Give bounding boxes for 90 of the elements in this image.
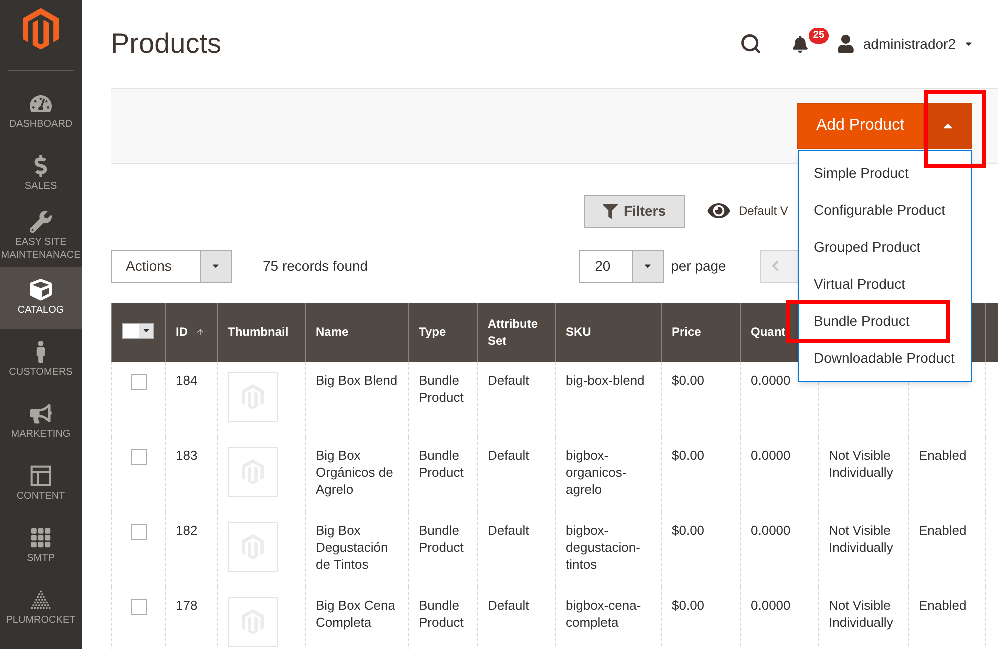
name-cell: Big Box Blend (316, 373, 398, 388)
id-cell: 184 (176, 373, 198, 388)
menu-item[interactable]: Configurable Product (799, 192, 971, 229)
filter-icon (602, 204, 618, 218)
layout-icon (30, 465, 52, 487)
records-count: 75 records found (263, 256, 368, 276)
column-header[interactable]: Attribute Set (488, 316, 551, 350)
attribute-set-cell: Default (488, 448, 530, 463)
price-cell: $0.00 (672, 523, 705, 538)
page-title: Products (111, 27, 222, 61)
sidebar-item[interactable]: CATALOG (0, 267, 82, 329)
notification-count: 25 (809, 28, 829, 44)
menu-item[interactable]: Bundle Product (799, 304, 946, 339)
quantity-cell: 0.0000 (751, 598, 791, 613)
sidebar-item[interactable]: SALES (0, 143, 82, 205)
visibility-cell: Not Visible Individually (829, 448, 894, 480)
column-header[interactable]: Name (316, 324, 349, 341)
sku-cell: bigbox-cena-completa (566, 598, 642, 630)
sidebar-item[interactable]: EASY SITE MAINTENANACE (0, 205, 82, 267)
column-header[interactable]: SKU (566, 324, 592, 341)
id-cell: 182 (176, 523, 198, 538)
menu-item[interactable]: Virtual Product (799, 266, 971, 303)
column-header[interactable]: Quant (751, 324, 786, 341)
menu-item[interactable]: Simple Product (799, 155, 971, 192)
box-icon (30, 279, 52, 301)
user-icon (837, 35, 856, 53)
thumbnail-placeholder (228, 522, 278, 572)
quantity-cell: 0.0000 (751, 373, 791, 388)
gauge-icon (30, 93, 52, 115)
row-checkbox[interactable] (130, 449, 146, 465)
quantity-cell: 0.0000 (751, 523, 791, 538)
price-cell: $0.00 (672, 598, 705, 613)
logo[interactable] (23, 8, 59, 50)
attribute-set-cell: Default (488, 373, 530, 388)
status-cell: Enabled (919, 598, 967, 613)
wrench-icon (30, 210, 52, 232)
per-page-label: per page (671, 256, 726, 276)
column-header[interactable]: Thumbnail (228, 324, 289, 341)
add-product-button[interactable]: Add Product (797, 103, 924, 149)
column-header[interactable]: ID (176, 324, 188, 341)
attribute-set-cell: Default (488, 523, 530, 538)
thumbnail-placeholder (228, 447, 278, 497)
sidebar-item[interactable]: CONTENT (0, 453, 82, 515)
menu-item[interactable]: Grouped Product (799, 229, 971, 266)
notifications-icon[interactable] (792, 36, 810, 52)
quantity-cell: 0.0000 (751, 448, 791, 463)
type-cell: Bundle Product (419, 523, 464, 555)
id-cell: 178 (176, 598, 198, 613)
search-icon[interactable] (740, 33, 762, 55)
name-cell: Big Box Cena Completa (316, 598, 396, 630)
visibility-cell: Not Visible Individually (829, 598, 894, 630)
price-cell: $0.00 (672, 448, 705, 463)
mass-select-control[interactable] (122, 322, 154, 338)
sidebar-item[interactable]: CUSTOMERS (0, 329, 82, 391)
eye-icon (707, 201, 731, 221)
id-cell: 183 (176, 448, 198, 463)
menu-item[interactable]: Downloadable Product (799, 340, 971, 377)
actions-select[interactable]: Actions (111, 250, 232, 282)
view-selector[interactable]: Default V (707, 201, 788, 221)
dotted-pyramid-icon (30, 589, 52, 611)
previous-page-button[interactable] (760, 250, 800, 282)
filters-button[interactable]: Filters (584, 194, 685, 228)
sidebar-item[interactable]: DASHBOARD (0, 81, 82, 143)
type-cell: Bundle Product (419, 373, 464, 405)
sku-cell: big-box-blend (566, 373, 645, 388)
row-checkbox[interactable] (130, 599, 146, 615)
visibility-cell: Not Visible Individually (829, 523, 894, 555)
column-header[interactable]: Price (672, 324, 702, 341)
price-cell: $0.00 (672, 373, 705, 388)
sku-cell: bigbox-degustacion-tintos (566, 523, 640, 572)
row-checkbox[interactable] (130, 524, 146, 540)
type-cell: Bundle Product (419, 598, 464, 630)
attribute-set-cell: Default (488, 598, 530, 613)
status-cell: Enabled (919, 448, 967, 463)
megaphone-icon (30, 403, 52, 425)
grid-icon (30, 527, 52, 549)
per-page-select[interactable]: 20 (579, 250, 664, 282)
sidebar-item[interactable]: MARKETING (0, 391, 82, 453)
row-checkbox[interactable] (130, 374, 146, 390)
type-cell: Bundle Product (419, 448, 464, 480)
sidebar-item[interactable]: SMTP (0, 515, 82, 577)
chevron-left-icon (771, 260, 780, 272)
sidebar-item[interactable]: PLUMROCKET (0, 577, 82, 639)
thumbnail-placeholder (228, 372, 278, 422)
name-cell: Big Box Orgánicos de Agrelo (316, 448, 394, 497)
sku-cell: bigbox-organicos-agrelo (566, 448, 627, 497)
user-menu[interactable]: administrador2 (837, 34, 974, 54)
status-cell: Enabled (919, 523, 967, 538)
column-header[interactable]: Type (419, 324, 446, 341)
name-cell: Big Box Degustación de Tintos (316, 523, 388, 572)
